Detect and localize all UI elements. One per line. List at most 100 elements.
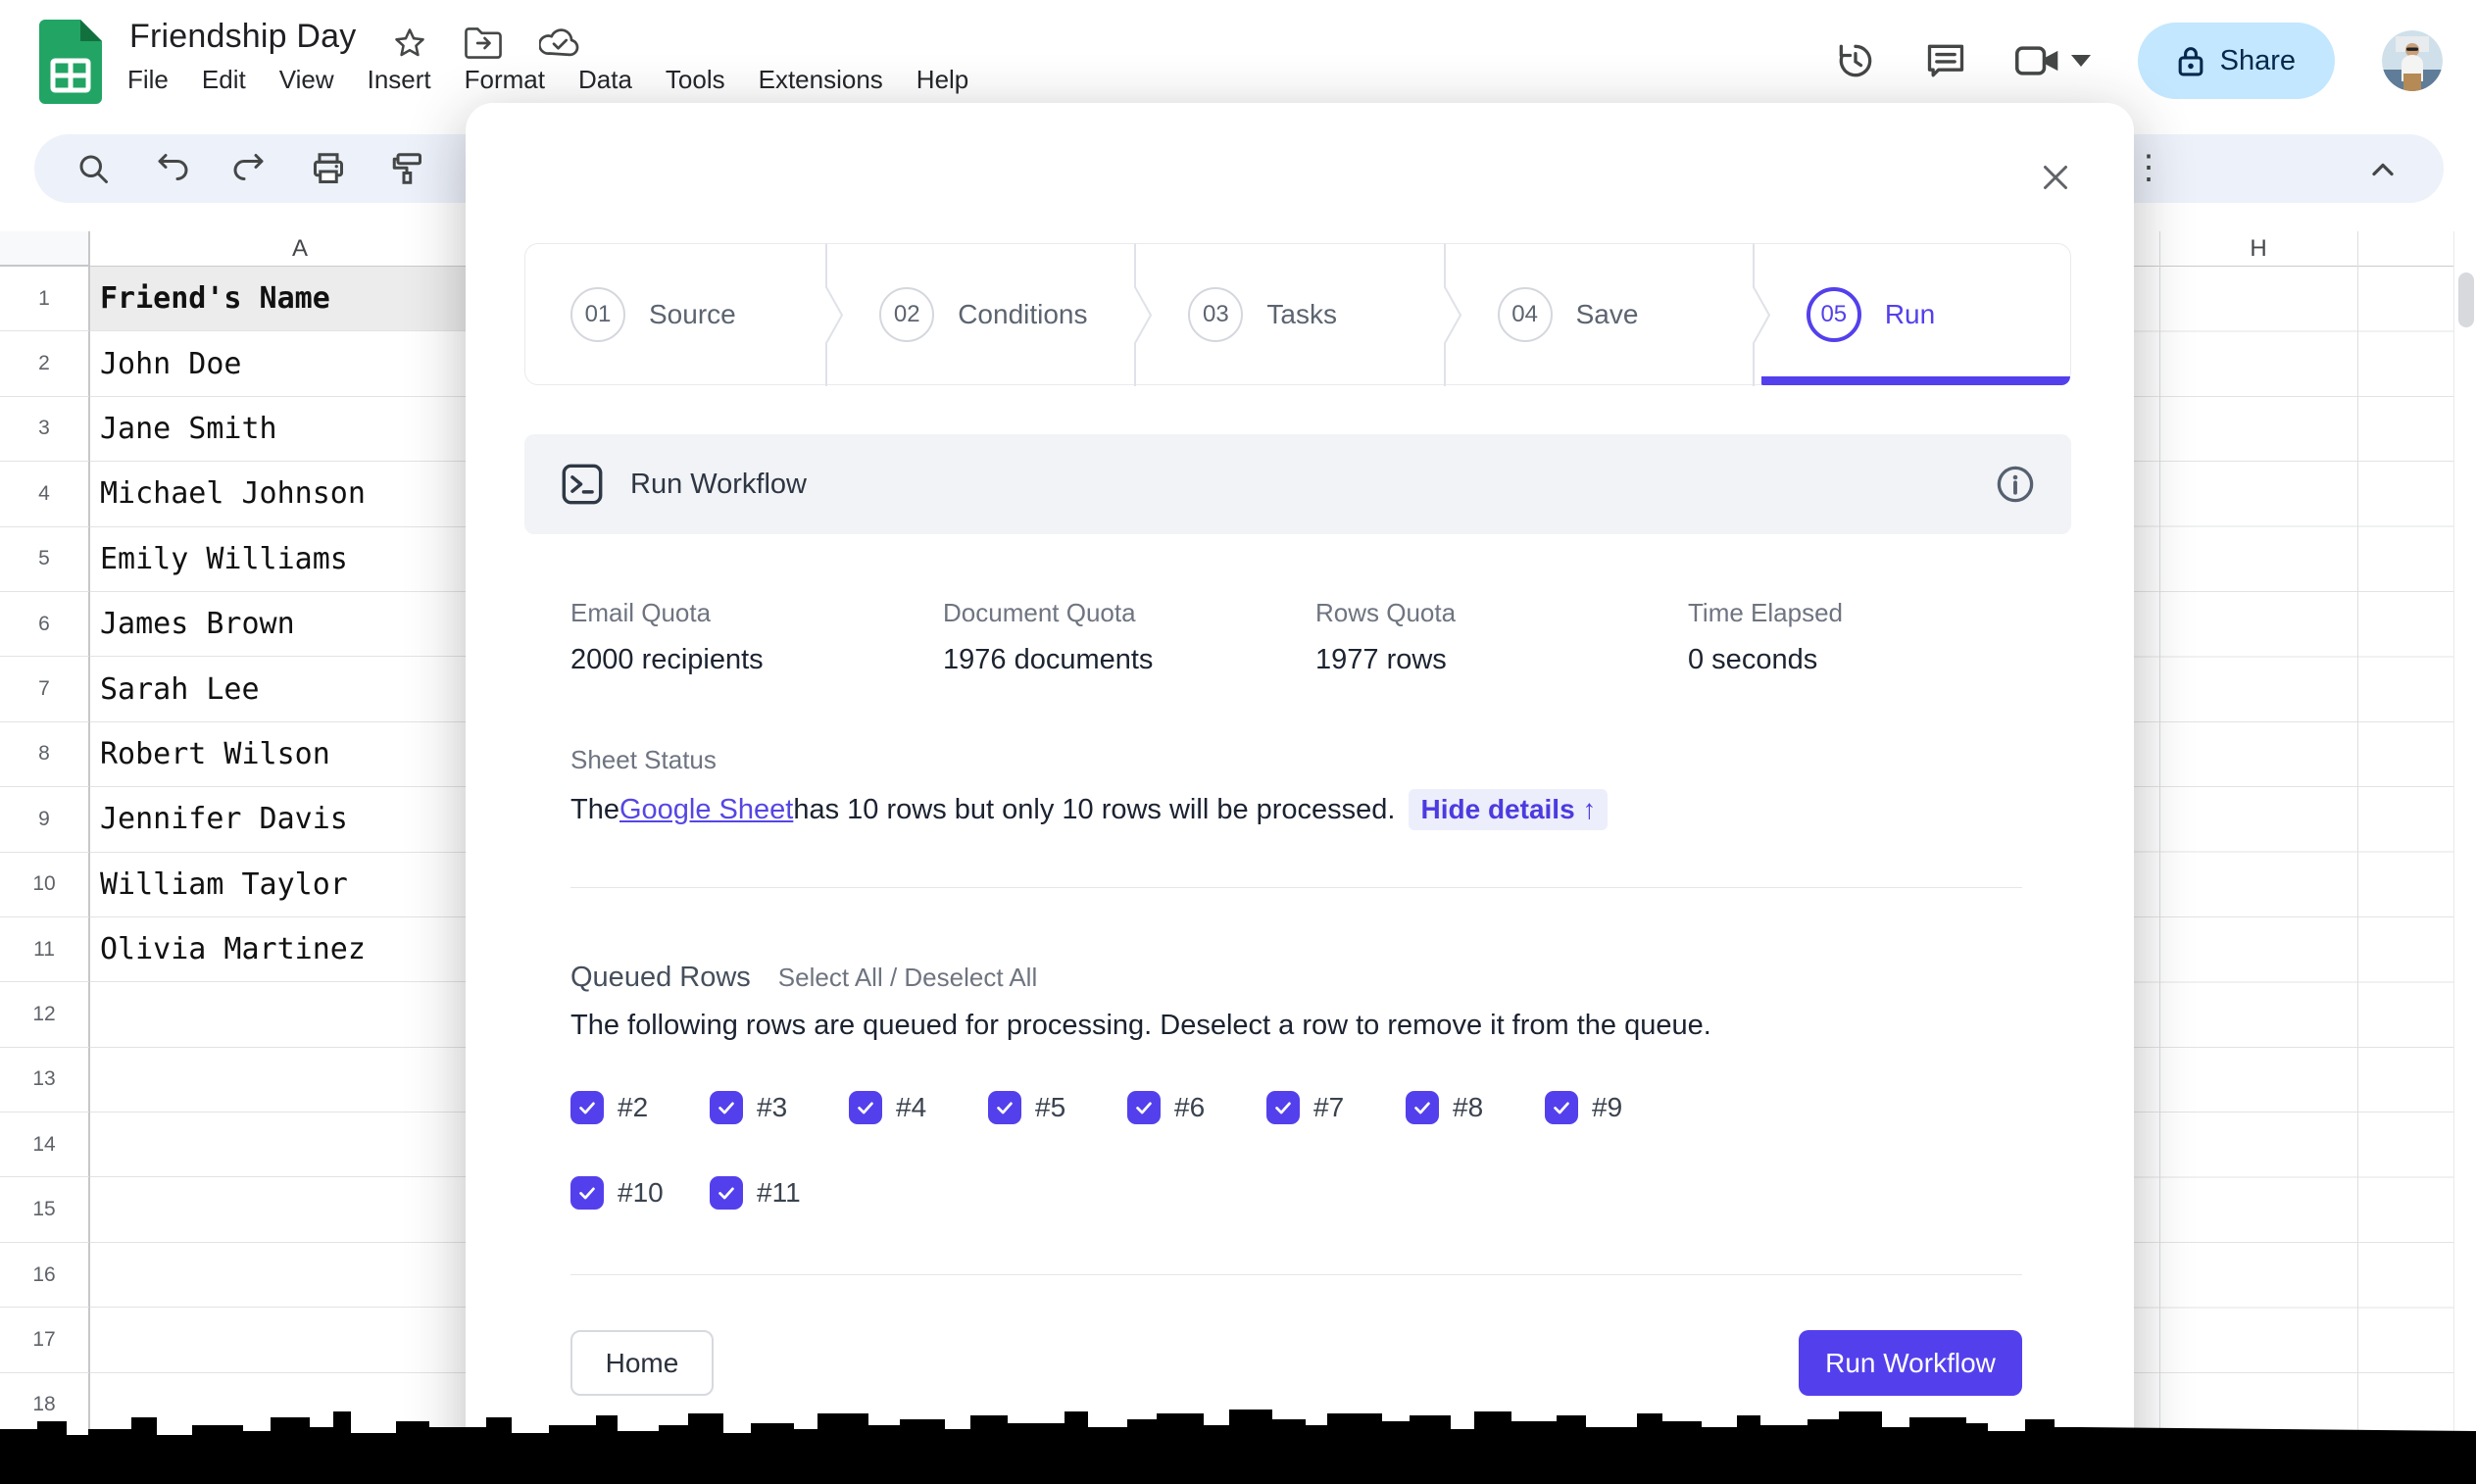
queued-row-checkbox[interactable]: #2	[570, 1091, 710, 1124]
row-number[interactable]: 14	[0, 1113, 90, 1178]
row-number[interactable]: 6	[0, 591, 90, 658]
cell[interactable]: Robert Wilson	[90, 721, 510, 788]
sheet-row[interactable]: 6 James Brown	[0, 591, 510, 658]
sheet-row[interactable]: 12	[0, 982, 510, 1048]
cell[interactable]: William Taylor	[90, 852, 510, 917]
share-button[interactable]: Share	[2137, 23, 2335, 99]
sheet-row[interactable]: 2 John Doe	[0, 331, 510, 397]
queued-row-checkbox[interactable]: #4	[849, 1091, 988, 1124]
sheet-row[interactable]: 8 Robert Wilson	[0, 721, 510, 788]
select-all-toggle[interactable]: Select All / Deselect All	[778, 963, 1037, 993]
google-sheet-link[interactable]: Google Sheet	[619, 794, 793, 826]
hide-details-link[interactable]: Hide details ↑	[1409, 789, 1609, 830]
print-icon[interactable]	[311, 151, 346, 186]
menu-help[interactable]: Help	[916, 65, 968, 95]
row-number[interactable]: 15	[0, 1177, 90, 1243]
sheet-row[interactable]: 5 Emily Williams	[0, 526, 510, 592]
cell[interactable]	[90, 1308, 510, 1373]
queued-row-checkbox[interactable]: #9	[1545, 1091, 1684, 1124]
row-number[interactable]: 12	[0, 982, 90, 1048]
row-number[interactable]: 1	[0, 267, 90, 332]
cell[interactable]	[90, 1047, 510, 1113]
sheet-row[interactable]: 16	[0, 1242, 510, 1309]
sheet-row[interactable]: 14	[0, 1113, 510, 1178]
row-number[interactable]: 17	[0, 1308, 90, 1373]
search-icon[interactable]	[75, 151, 111, 186]
queued-row-checkbox[interactable]: #5	[988, 1091, 1127, 1124]
home-button[interactable]: Home	[570, 1330, 714, 1396]
menu-file[interactable]: File	[127, 65, 169, 95]
cell[interactable]: Friend's Name	[90, 267, 510, 332]
info-icon[interactable]	[1995, 464, 2036, 505]
sheet-row[interactable]: 17	[0, 1308, 510, 1373]
step-conditions[interactable]: 02 Conditions	[825, 244, 1143, 386]
step-save[interactable]: 04 Save	[1443, 244, 1761, 386]
cell[interactable]: James Brown	[90, 591, 510, 658]
toolbar-overflow-icon[interactable]: ⋮	[2132, 148, 2165, 187]
sheet-row[interactable]: 1 Friend's Name	[0, 267, 510, 332]
cell[interactable]	[90, 1177, 510, 1243]
menu-view[interactable]: View	[279, 65, 334, 95]
cell[interactable]: Michael Johnson	[90, 462, 510, 527]
step-source[interactable]: 01 Source	[525, 244, 834, 384]
cloud-saved-icon[interactable]	[539, 27, 580, 59]
cell[interactable]	[90, 1242, 510, 1309]
column-header-h[interactable]: H	[2159, 231, 2357, 267]
cell[interactable]	[90, 982, 510, 1048]
menu-extensions[interactable]: Extensions	[759, 65, 883, 95]
queued-row-checkbox[interactable]: #6	[1127, 1091, 1266, 1124]
empty-grid-rows[interactable]	[2134, 267, 2453, 1484]
row-number[interactable]: 2	[0, 331, 90, 397]
vertical-scrollbar-thumb[interactable]	[2458, 272, 2474, 327]
select-all-corner[interactable]	[0, 231, 90, 267]
sheet-row[interactable]: 9 Jennifer Davis	[0, 787, 510, 853]
cell[interactable]	[90, 1113, 510, 1178]
cell[interactable]: Olivia Martinez	[90, 916, 510, 983]
step-tasks[interactable]: 03 Tasks	[1134, 244, 1452, 386]
queued-row-checkbox[interactable]: #3	[710, 1091, 849, 1124]
row-number[interactable]: 3	[0, 396, 90, 463]
menu-tools[interactable]: Tools	[666, 65, 725, 95]
undo-icon[interactable]	[154, 151, 189, 186]
collapse-toolbar-icon[interactable]	[2365, 152, 2401, 187]
sheet-row[interactable]: 13	[0, 1047, 510, 1113]
sheet-row[interactable]: 15	[0, 1177, 510, 1243]
paint-format-icon[interactable]	[389, 151, 424, 186]
row-number[interactable]: 5	[0, 526, 90, 592]
queued-row-checkbox[interactable]: #11	[710, 1176, 849, 1210]
document-title[interactable]: Friendship Day	[129, 18, 356, 56]
queued-row-checkbox[interactable]: #10	[570, 1176, 710, 1210]
queued-row-checkbox[interactable]: #7	[1266, 1091, 1406, 1124]
comments-icon[interactable]	[1924, 39, 1967, 82]
step-run[interactable]: 05 Run	[1752, 244, 2071, 386]
redo-icon[interactable]	[232, 151, 268, 186]
row-number[interactable]: 13	[0, 1047, 90, 1113]
run-workflow-button[interactable]: Run Workflow	[1799, 1330, 2022, 1396]
account-avatar[interactable]	[2382, 30, 2443, 91]
cell[interactable]: Jennifer Davis	[90, 787, 510, 853]
queued-row-checkbox[interactable]: #8	[1406, 1091, 1545, 1124]
menu-edit[interactable]: Edit	[202, 65, 246, 95]
column-header-a[interactable]: A	[90, 231, 510, 267]
star-icon[interactable]	[392, 25, 427, 61]
sheet-row[interactable]: 11 Olivia Martinez	[0, 916, 510, 983]
sheet-row[interactable]: 3 Jane Smith	[0, 396, 510, 463]
cell[interactable]: Sarah Lee	[90, 657, 510, 722]
menu-format[interactable]: Format	[465, 65, 545, 95]
move-folder-icon[interactable]	[465, 26, 502, 60]
row-number[interactable]: 4	[0, 462, 90, 527]
cell[interactable]: John Doe	[90, 331, 510, 397]
row-number[interactable]: 11	[0, 916, 90, 983]
row-number[interactable]: 9	[0, 787, 90, 853]
row-number[interactable]: 8	[0, 721, 90, 788]
sheet-row[interactable]: 10 William Taylor	[0, 852, 510, 917]
row-number[interactable]: 16	[0, 1242, 90, 1309]
close-icon[interactable]	[2034, 156, 2077, 199]
cell[interactable]: Emily Williams	[90, 526, 510, 592]
version-history-icon[interactable]	[1834, 39, 1877, 82]
meet-call-control[interactable]	[2014, 41, 2091, 80]
menu-insert[interactable]: Insert	[368, 65, 431, 95]
row-number[interactable]: 7	[0, 657, 90, 722]
sheet-row[interactable]: 7 Sarah Lee	[0, 657, 510, 722]
cell[interactable]: Jane Smith	[90, 396, 510, 463]
